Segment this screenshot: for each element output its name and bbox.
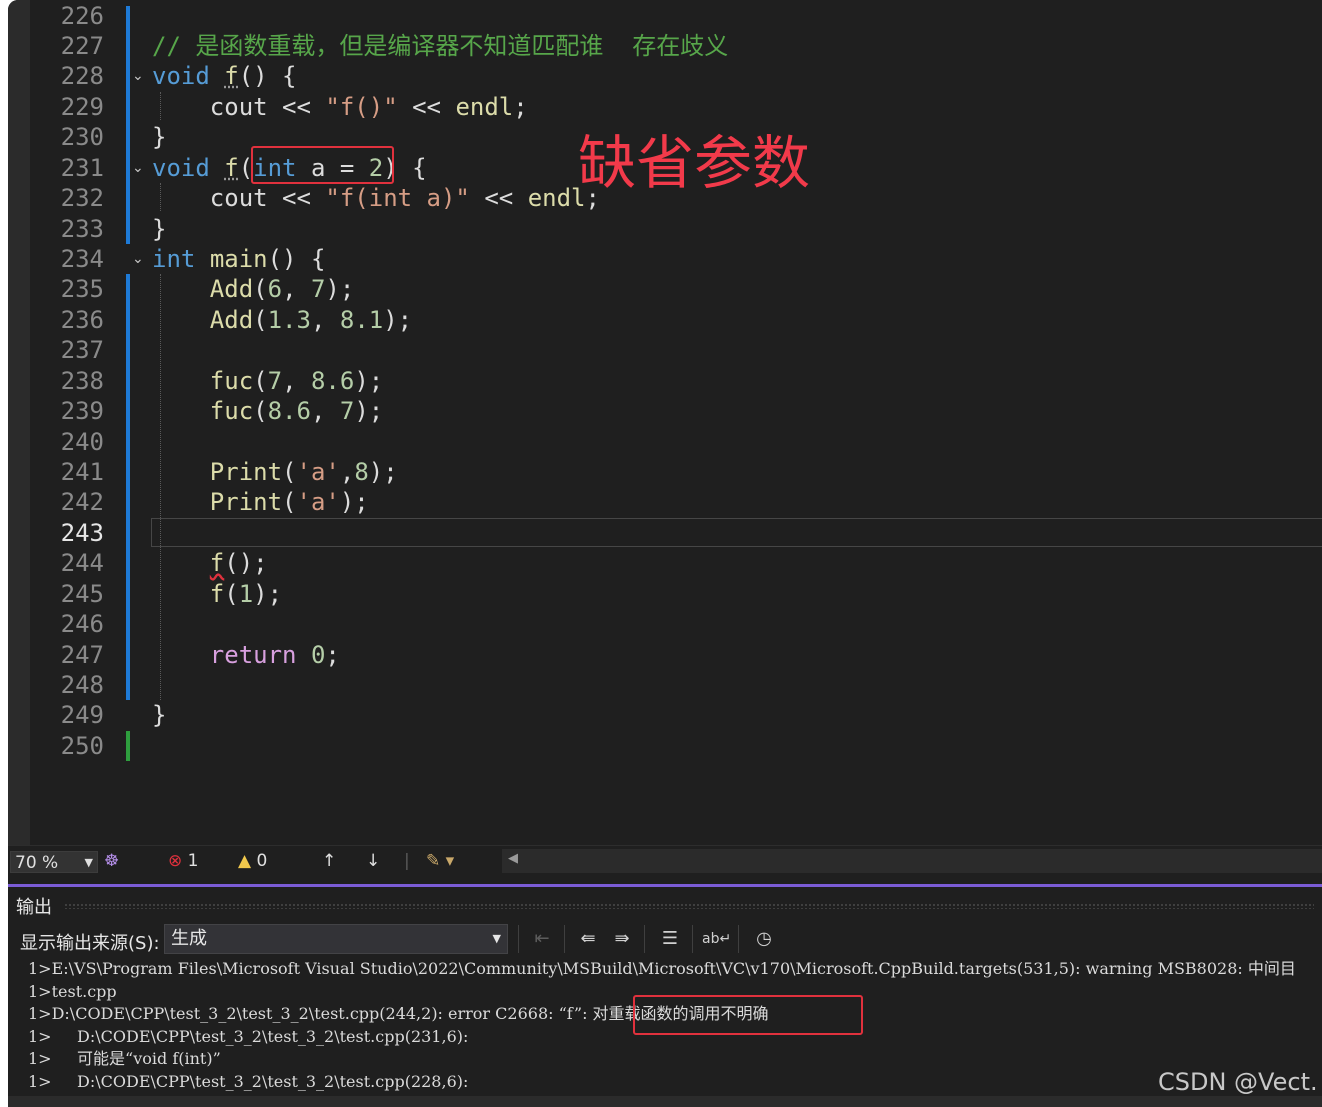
- line-number: 250: [60, 732, 104, 760]
- clear-all-icon[interactable]: ☰: [656, 925, 684, 953]
- line-number: 236: [60, 306, 104, 334]
- scroll-left-icon[interactable]: ◀: [508, 851, 518, 866]
- output-line: 1>E:\VS\Program Files\Microsoft Visual S…: [28, 959, 1296, 978]
- line-number: 227: [60, 32, 104, 60]
- line-number: 241: [60, 458, 104, 486]
- zoom-value: 70 %: [15, 853, 59, 873]
- line-number: 239: [60, 397, 104, 425]
- output-line: 1> D:\CODE\CPP\test_3_2\test_3_2\test.cp…: [28, 1027, 469, 1046]
- line-number: 229: [60, 93, 104, 121]
- code-line: fuc(8.6, 7);: [209, 397, 384, 425]
- line-number: 234: [60, 245, 104, 273]
- line-number: 242: [60, 488, 104, 516]
- next-issue-arrow-icon[interactable]: ↓: [366, 850, 380, 872]
- code-line: }: [152, 215, 167, 243]
- go-to-next-message-icon[interactable]: ⇛: [608, 925, 636, 953]
- toolbar-separator: [564, 925, 565, 953]
- line-number: 244: [60, 549, 104, 577]
- code-line: }: [152, 701, 167, 729]
- annotation-default-parameter: 缺省参数: [578, 129, 811, 197]
- code-cleanup-brush-icon[interactable]: ✎ ▾: [426, 850, 454, 872]
- code-line: fuc(7, 8.6);: [209, 367, 384, 395]
- go-to-previous-message-icon[interactable]: ⇚: [574, 925, 602, 953]
- separator: |: [404, 851, 410, 871]
- copilot-icon[interactable]: ☸: [104, 850, 119, 872]
- change-marker: [126, 6, 130, 244]
- watermark: CSDN @Vect.: [1158, 1068, 1318, 1096]
- previous-issue-arrow-icon[interactable]: ↑: [322, 850, 336, 872]
- toolbar-separator: [644, 925, 645, 953]
- output-panel-title: 输出: [16, 897, 52, 918]
- fold-chevron-icon[interactable]: ⌄: [132, 244, 144, 274]
- code-editor[interactable]: 226 227 228 229 230 231 232 233 234 235 …: [8, 0, 1322, 845]
- editor-status-bar: 70 % ▼ ☸ ⊗ 1 ▲ 0 ↑ ↓ | ✎ ▾ ◀: [8, 845, 1322, 876]
- line-number: 248: [60, 671, 104, 699]
- line-number: 232: [60, 184, 104, 212]
- output-panel: 输出 显示输出来源(S): 生成 ▼ ⇤ ⇚ ⇛ ☰ ab↵ ◷ 1>E:\VS…: [8, 887, 1322, 1107]
- toolbar-separator: [692, 925, 693, 953]
- show-timestamps-clock-icon[interactable]: ◷: [750, 925, 778, 953]
- line-number: 238: [60, 367, 104, 395]
- output-source-value: 生成: [171, 928, 207, 949]
- warning-count[interactable]: ▲ 0: [238, 850, 267, 872]
- output-horizontal-scrollbar[interactable]: [8, 1096, 1322, 1107]
- output-line: 1> 可能是“void f(int)”: [28, 1049, 221, 1068]
- fold-chevron-icon[interactable]: ⌄: [132, 61, 144, 91]
- code-line: // 是函数重载，但是编译器不知道匹配谁 存在歧义: [152, 32, 729, 60]
- line-number: 233: [60, 215, 104, 243]
- line-number: 230: [60, 123, 104, 151]
- line-number: 226: [60, 2, 104, 30]
- default-parameter-highlight-box: [251, 146, 394, 184]
- code-line: f();: [209, 549, 268, 577]
- line-number: 249: [60, 701, 104, 729]
- fold-chevron-icon[interactable]: ⌄: [132, 153, 144, 183]
- code-line: Print('a',8);: [209, 458, 398, 486]
- code-line: Add(6, 7);: [209, 275, 355, 303]
- line-number: 231: [60, 154, 104, 182]
- warning-icon: ▲: [238, 851, 252, 871]
- change-marker: [126, 274, 130, 700]
- line-number: 235: [60, 275, 104, 303]
- chevron-down-icon: ▼: [492, 932, 501, 945]
- toolbar-separator: [738, 925, 739, 953]
- code-line: cout << "f(int a)" << endl;: [152, 184, 600, 212]
- line-number: 240: [60, 428, 104, 456]
- visual-studio-window: 226 227 228 229 230 231 232 233 234 235 …: [8, 0, 1322, 1107]
- chevron-down-icon: ▼: [84, 856, 93, 869]
- find-message-icon[interactable]: ⇤: [528, 925, 556, 953]
- line-number: 246: [60, 610, 104, 638]
- output-source-select[interactable]: 生成 ▼: [164, 924, 508, 954]
- change-marker-saved: [126, 731, 130, 761]
- toolbar-separator: [518, 925, 519, 953]
- zoom-dropdown[interactable]: 70 % ▼: [10, 851, 98, 873]
- line-number: 228: [60, 62, 104, 90]
- current-line-highlight: [151, 518, 1322, 547]
- panel-grip[interactable]: [64, 903, 1314, 909]
- error-count[interactable]: ⊗ 1: [168, 850, 198, 872]
- code-line: Print('a');: [209, 488, 369, 516]
- code-line: int main() {: [152, 245, 326, 273]
- error-icon: ⊗: [168, 851, 183, 871]
- toggle-word-wrap-icon[interactable]: ab↵: [702, 925, 731, 953]
- code-line: Add(1.3, 8.1);: [209, 306, 413, 334]
- line-number: 247: [60, 641, 104, 669]
- output-source-label: 显示输出来源(S):: [20, 933, 160, 954]
- code-line: }: [152, 123, 167, 151]
- code-line: void f() {: [152, 62, 297, 90]
- line-number: 237: [60, 336, 104, 364]
- code-line: cout << "f()" << endl;: [152, 93, 528, 121]
- code-line: f(1);: [209, 580, 283, 608]
- editor-margin: [8, 0, 30, 845]
- output-line: 1> D:\CODE\CPP\test_3_2\test_3_2\test.cp…: [28, 1072, 469, 1091]
- horizontal-scrollbar[interactable]: ◀: [502, 849, 1322, 873]
- output-line: 1>test.cpp: [28, 982, 117, 1001]
- error-message-highlight-box: [633, 995, 863, 1035]
- line-number: 245: [60, 580, 104, 608]
- code-line: return 0;: [209, 641, 340, 669]
- line-number-current: 243: [60, 519, 104, 547]
